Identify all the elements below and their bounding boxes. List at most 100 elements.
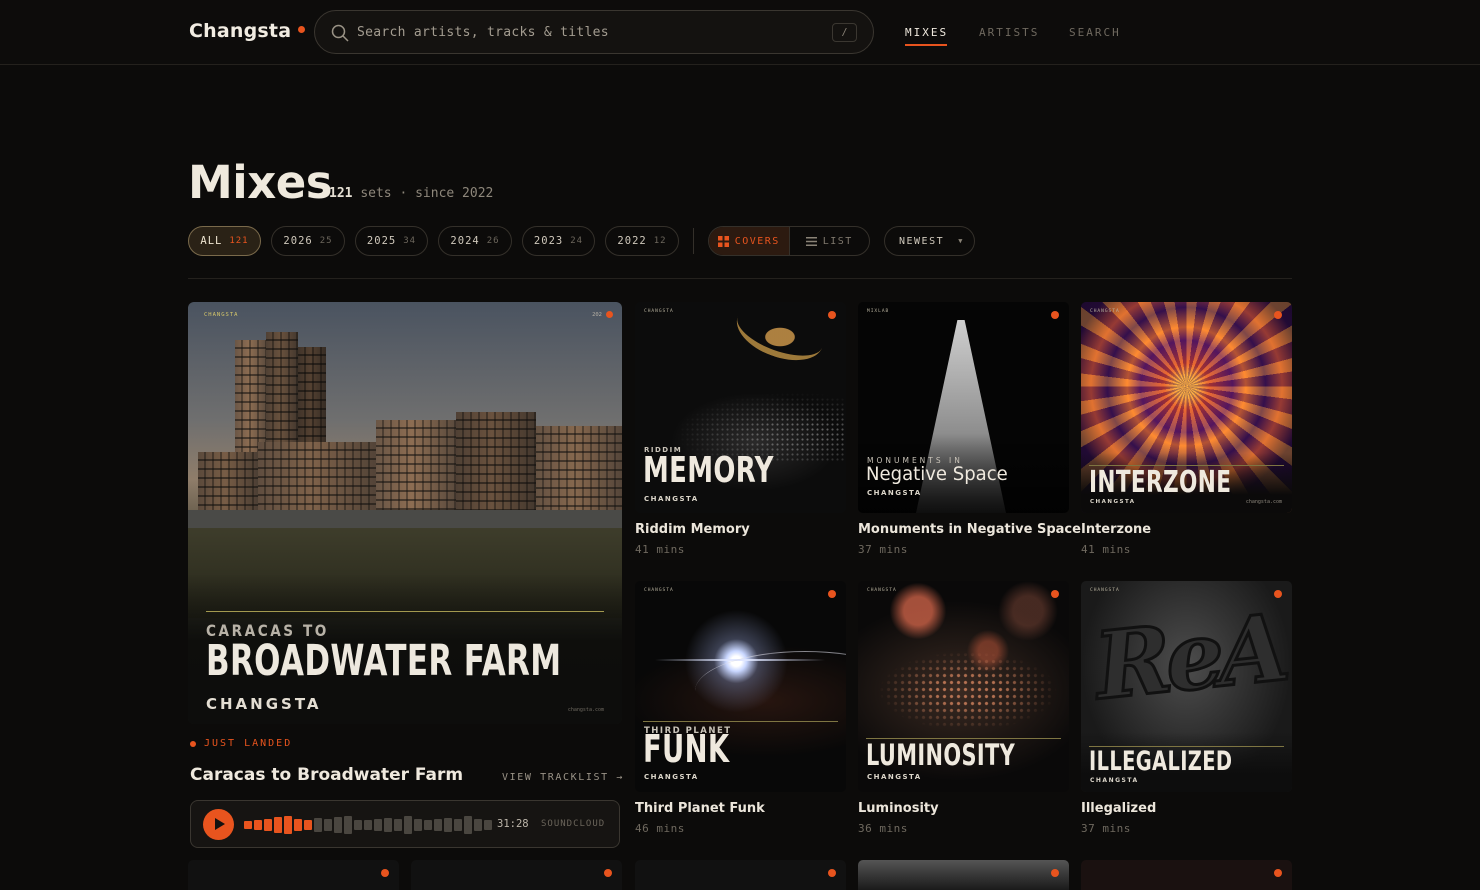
- cover-art: [729, 302, 831, 371]
- mix-card[interactable]: [635, 860, 846, 890]
- mix-title[interactable]: Luminosity: [858, 801, 1069, 816]
- filter-label: 2022: [617, 235, 647, 247]
- mix-title[interactable]: Riddim Memory: [635, 522, 846, 537]
- cover-artist: CHANGSTA: [1090, 499, 1136, 505]
- cover-site: changsta.com: [567, 707, 604, 713]
- mix-title[interactable]: Interzone: [1081, 522, 1292, 537]
- waveform-bar: [304, 820, 312, 830]
- building: [536, 426, 622, 512]
- cover-dot: [606, 311, 613, 318]
- mix-title[interactable]: Third Planet Funk: [635, 801, 846, 816]
- mix-card[interactable]: CHANGSTA RIDDIM MEMORY CHANGSTA Riddim M…: [635, 302, 846, 556]
- nav-mixes[interactable]: MIXES: [905, 26, 948, 39]
- mix-cover[interactable]: CHANGSTA LUMINOSITY CHANGSTA: [858, 581, 1069, 792]
- mix-card[interactable]: [858, 860, 1069, 890]
- just-landed-badge: JUST LANDED: [190, 738, 292, 749]
- play-button[interactable]: [203, 809, 234, 840]
- view-covers-button[interactable]: COVERS: [709, 227, 790, 255]
- filter-year-2024[interactable]: 2024 26: [438, 226, 512, 256]
- cover-art: [695, 651, 846, 731]
- waveform-bar: [334, 817, 342, 833]
- view-list-label: LIST: [822, 235, 853, 247]
- mix-cover[interactable]: ReA CHANGSTA ILLEGALIZED CHANGSTA: [1081, 581, 1292, 792]
- cover-dot: [828, 590, 836, 598]
- audio-player: 31:28 SOUNDCLOUD: [190, 800, 620, 848]
- view-tracklist-link[interactable]: VIEW TRACKLIST →: [502, 772, 624, 783]
- chevron-down-icon: ▼: [958, 237, 964, 245]
- building-base: [188, 510, 622, 528]
- view-list-button[interactable]: LIST: [790, 227, 870, 255]
- duration: 31:28: [497, 818, 529, 830]
- waveform-bar: [484, 820, 492, 830]
- set-count-suffix: sets · since 2022: [360, 186, 494, 201]
- featured-mix-cover[interactable]: CHANGSTA 202 CARACAS TO BROADWATER FARM …: [188, 302, 622, 724]
- mix-cover[interactable]: CHANGSTA RIDDIM MEMORY CHANGSTA: [635, 302, 846, 513]
- waveform-bar: [324, 819, 332, 831]
- waveform[interactable]: [244, 815, 492, 835]
- mix-duration: 37 mins: [1081, 822, 1131, 835]
- featured-title[interactable]: Caracas to Broadwater Farm: [190, 765, 463, 785]
- waveform-bar: [354, 820, 362, 830]
- cover-title: LUMINOSITY: [866, 738, 1016, 772]
- search-icon: [331, 24, 349, 42]
- brand-logo[interactable]: Changsta: [189, 20, 306, 42]
- sort-dropdown[interactable]: NEWEST ▼: [884, 226, 975, 256]
- filter-label: 2025: [366, 235, 397, 247]
- nav-search[interactable]: SEARCH: [1069, 26, 1121, 39]
- mix-card[interactable]: [1081, 860, 1292, 890]
- mix-card[interactable]: CHANGSTA THIRD PLANET FUNK CHANGSTA Thir…: [635, 581, 846, 835]
- mix-card[interactable]: CHANGSTA INTERZONE CHANGSTA changsta.com…: [1081, 302, 1292, 556]
- waveform-bar: [464, 816, 472, 834]
- nav-artists[interactable]: ARTISTS: [979, 26, 1039, 39]
- source-label: SOUNDCLOUD: [541, 819, 606, 829]
- waveform-bar: [254, 820, 262, 830]
- filter-year-2026[interactable]: 2026 25: [271, 226, 345, 256]
- cover-dot: [1051, 590, 1059, 598]
- cover-tag: CHANGSTA: [644, 588, 674, 593]
- top-bar: Changsta / MIXES ARTISTS SEARCH: [0, 0, 1480, 65]
- cover-tag: MIXLAB: [867, 309, 890, 314]
- waveform-bar: [454, 819, 462, 831]
- waveform-bar: [474, 819, 482, 831]
- search-input[interactable]: [357, 11, 817, 53]
- mix-card[interactable]: ReA CHANGSTA ILLEGALIZED CHANGSTA Illega…: [1081, 581, 1292, 835]
- filter-count: 12: [653, 236, 667, 246]
- cover-dot: [828, 311, 836, 319]
- filter-count: 34: [403, 236, 417, 246]
- waveform-bar: [294, 819, 302, 831]
- mix-card[interactable]: [411, 860, 622, 890]
- mix-cover[interactable]: MIXLAB MONUMENTS IN Negative Space CHANG…: [858, 302, 1069, 513]
- list-icon: [805, 236, 817, 246]
- cover-artist: CHANGSTA: [206, 695, 322, 713]
- mix-card[interactable]: MIXLAB MONUMENTS IN Negative Space CHANG…: [858, 302, 1081, 556]
- nav-active-underline: [905, 44, 947, 46]
- mix-title[interactable]: Monuments in Negative Space: [858, 522, 1081, 537]
- mix-card[interactable]: CHANGSTA LUMINOSITY CHANGSTA Luminosity …: [858, 581, 1069, 835]
- filter-count: 25: [319, 236, 333, 246]
- filter-label: 2024: [450, 235, 480, 247]
- building: [258, 442, 378, 512]
- search-bar[interactable]: /: [314, 10, 874, 54]
- mix-duration: 37 mins: [858, 543, 908, 556]
- cover-artist: CHANGSTA: [644, 495, 699, 503]
- filter-count: 26: [486, 236, 500, 246]
- mix-card[interactable]: [188, 860, 399, 890]
- filter-label: ALL: [200, 235, 223, 247]
- grid-icon: [717, 235, 729, 247]
- brand-dot: [298, 26, 306, 33]
- cover-title: ILLEGALIZED: [1089, 746, 1233, 777]
- cover-year: 202: [592, 312, 602, 318]
- mix-cover[interactable]: CHANGSTA INTERZONE CHANGSTA changsta.com: [1081, 302, 1292, 513]
- waveform-bar: [424, 820, 432, 830]
- filter-year-2022[interactable]: 2022 12: [605, 226, 679, 256]
- waveform-bar: [244, 821, 252, 829]
- filter-year-2023[interactable]: 2023 24: [522, 226, 595, 256]
- cover-tag: CHANGSTA: [867, 588, 897, 593]
- search-shortcut-key: /: [832, 23, 857, 42]
- filter-year-2025[interactable]: 2025 34: [355, 226, 428, 256]
- mix-cover[interactable]: CHANGSTA THIRD PLANET FUNK CHANGSTA: [635, 581, 846, 792]
- mix-title[interactable]: Illegalized: [1081, 801, 1292, 816]
- cover-artist: CHANGSTA: [867, 489, 922, 497]
- filter-year-all[interactable]: ALL 121: [188, 226, 261, 256]
- waveform-bar: [384, 818, 392, 832]
